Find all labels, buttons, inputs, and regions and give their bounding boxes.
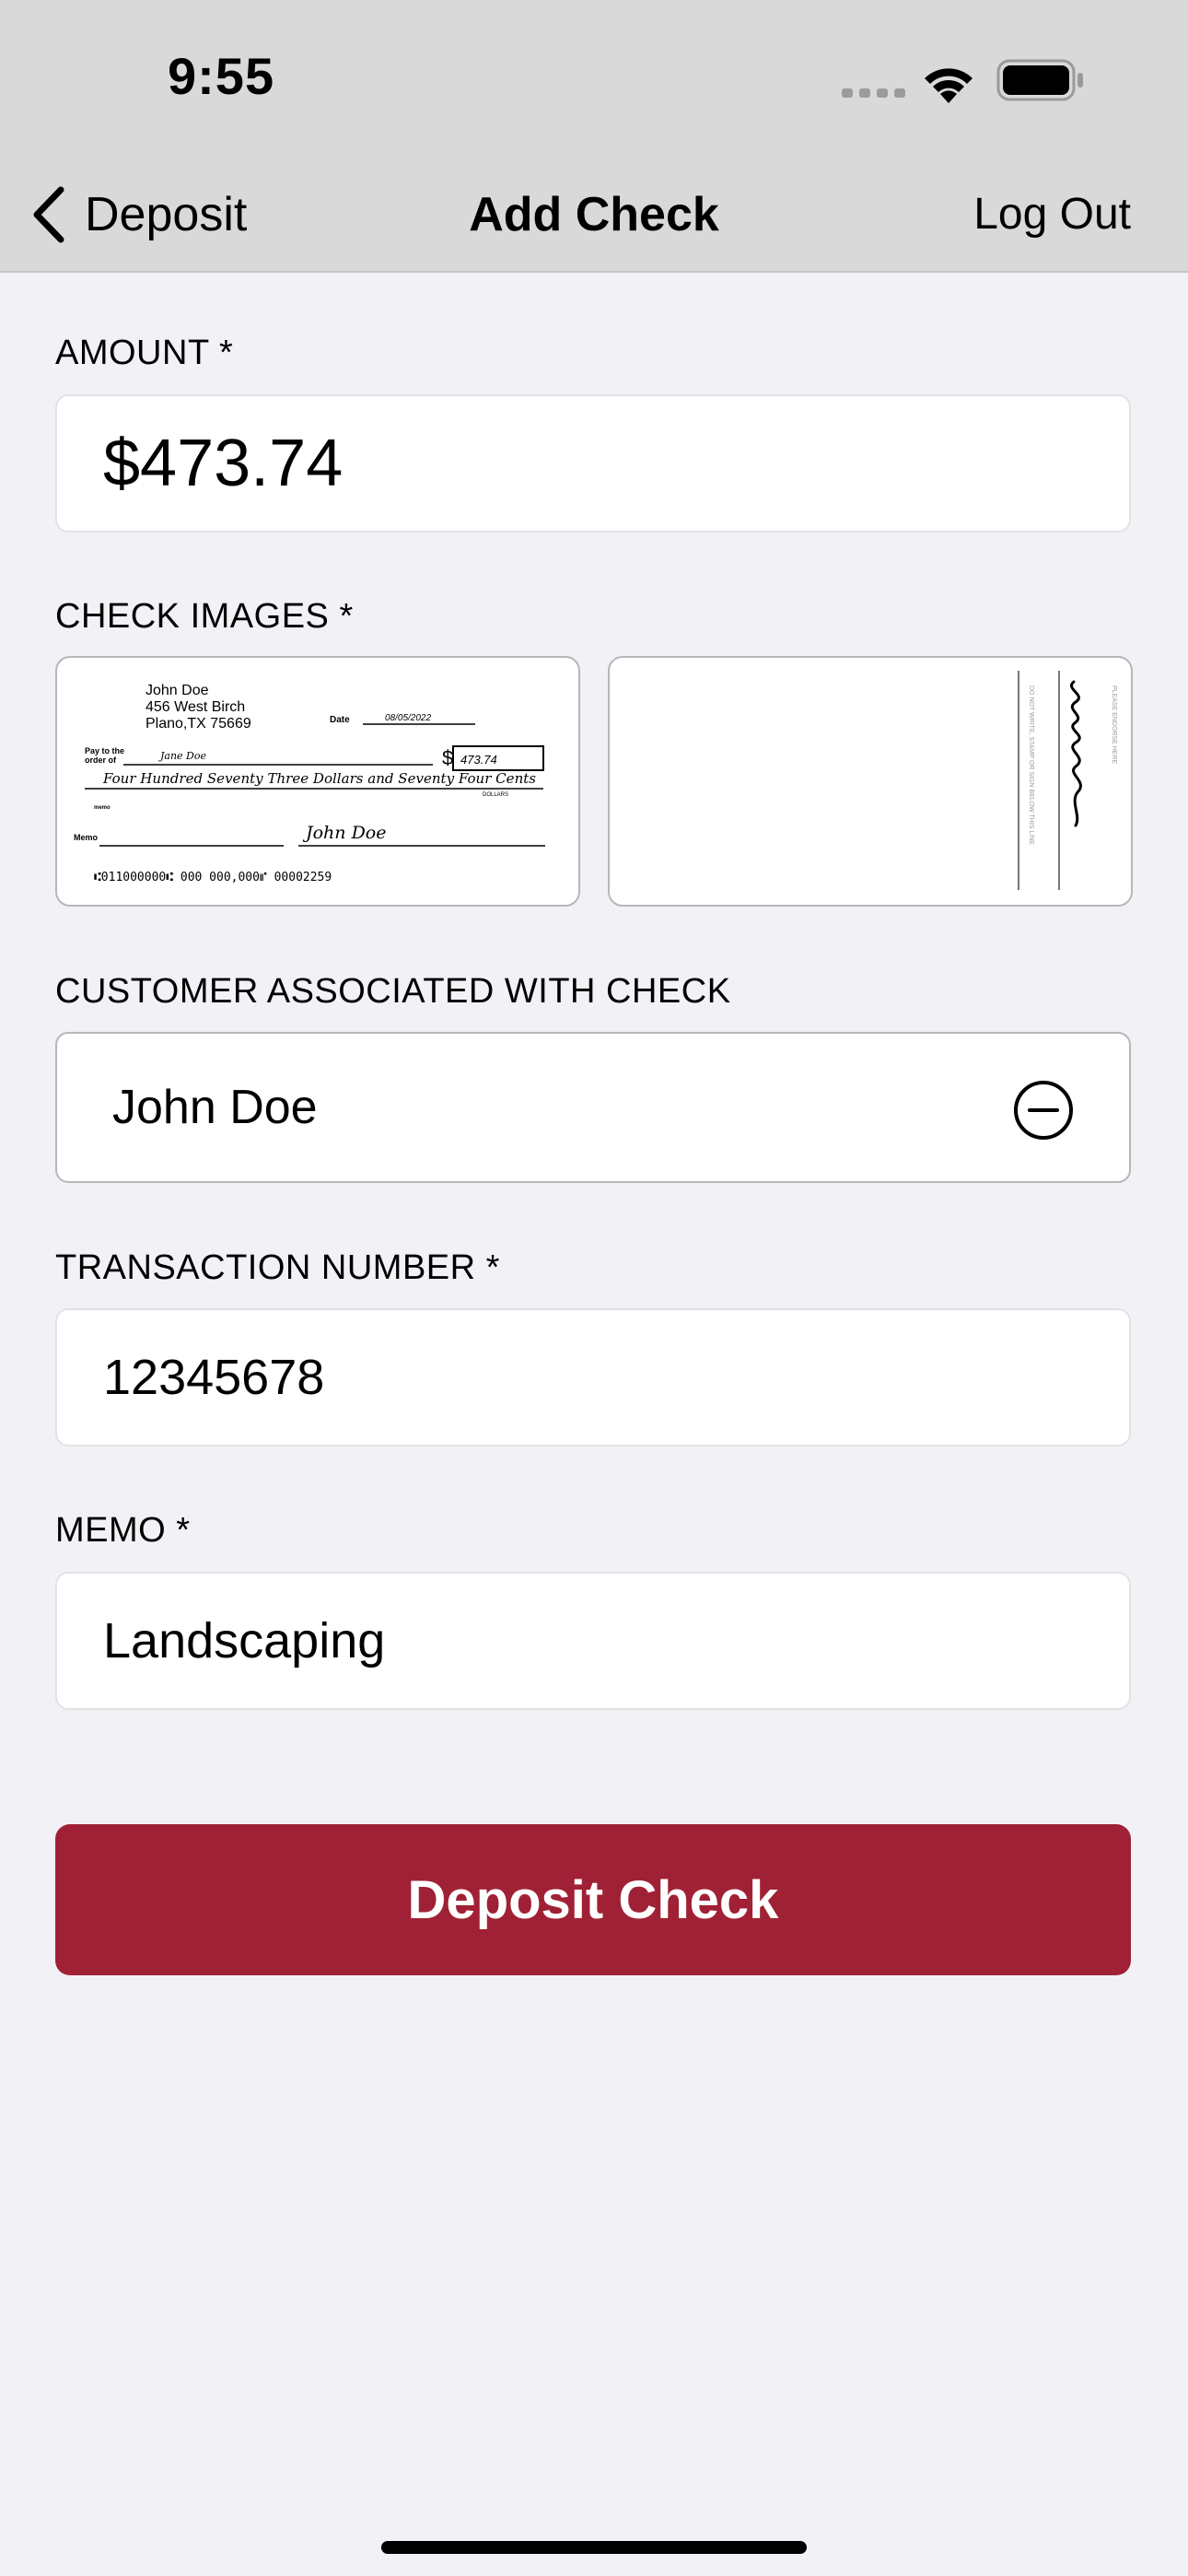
- check-date-label: Date: [330, 715, 350, 725]
- endorsement-signature-icon: [1070, 680, 1082, 827]
- wifi-icon: [925, 68, 973, 103]
- check-dollars-word: DOLLARS: [483, 792, 508, 798]
- transaction-number-field[interactable]: 12345678: [55, 1308, 1131, 1446]
- check-micr-line: ⑆011000000⑆ 000 000,000⑈ 00002259: [94, 871, 332, 884]
- check-address-line2: Plano,TX 75669: [146, 716, 251, 732]
- deposit-check-button[interactable]: Deposit Check: [55, 1824, 1131, 1975]
- check-pay-label-1: Pay to the: [85, 746, 124, 755]
- memo-field[interactable]: Landscaping: [55, 1572, 1131, 1710]
- check-name: John Doe: [146, 683, 209, 698]
- battery-icon: [996, 59, 1083, 101]
- check-back-warning: DO NOT WRITE, STAMP OR SIGN BELOW THIS L…: [1028, 685, 1034, 845]
- log-out-button[interactable]: Log Out: [973, 182, 1131, 247]
- check-images-label: CHECK IMAGES *: [55, 597, 354, 636]
- check-front-image[interactable]: John Doe 456 West Birch Plano,TX 75669 D…: [55, 656, 580, 907]
- check-back-endorse-label: PLEASE ENDORSE HERE: [1111, 685, 1117, 765]
- transaction-number-value: 12345678: [103, 1350, 325, 1405]
- amount-field[interactable]: $473.74: [55, 394, 1131, 533]
- status-time: 9:55: [168, 47, 275, 105]
- customer-value: John Doe: [112, 1081, 318, 1134]
- memo-value: Landscaping: [103, 1613, 386, 1669]
- check-amount-box: 473.74: [460, 753, 497, 767]
- check-front-drawing: John Doe 456 West Birch Plano,TX 75669 D…: [74, 683, 545, 884]
- check-written-amount: Four Hundred Seventy Three Dollars and S…: [102, 770, 536, 787]
- amount-value: $473.74: [103, 427, 344, 500]
- check-back-drawing: DO NOT WRITE, STAMP OR SIGN BELOW THIS L…: [1018, 671, 1117, 890]
- check-payee: Jane Doe: [158, 750, 207, 762]
- amount-label: AMOUNT *: [55, 334, 234, 372]
- check-dollar-sign: $: [442, 746, 453, 769]
- status-bar: 9:55: [0, 0, 1188, 157]
- memo-label: MEMO *: [55, 1511, 191, 1550]
- check-signature: John Doe: [302, 823, 387, 843]
- check-pay-label-2: order of: [85, 755, 117, 765]
- navigation-bar: Deposit Add Check Log Out: [0, 157, 1188, 273]
- home-indicator: [381, 2541, 807, 2554]
- cellular-signal-icon: [842, 88, 905, 98]
- minus-circle-icon[interactable]: [1013, 1080, 1074, 1141]
- customer-label: CUSTOMER ASSOCIATED WITH CHECK: [55, 972, 731, 1011]
- check-address-line1: 456 West Birch: [146, 699, 245, 715]
- check-date: 08/05/2022: [385, 713, 431, 723]
- check-back-image[interactable]: DO NOT WRITE, STAMP OR SIGN BELOW THIS L…: [608, 656, 1133, 907]
- check-memo-small: memo: [94, 805, 111, 811]
- transaction-number-label: TRANSACTION NUMBER *: [55, 1248, 500, 1287]
- customer-field[interactable]: John Doe: [55, 1032, 1131, 1183]
- check-memo-label: Memo: [74, 833, 99, 842]
